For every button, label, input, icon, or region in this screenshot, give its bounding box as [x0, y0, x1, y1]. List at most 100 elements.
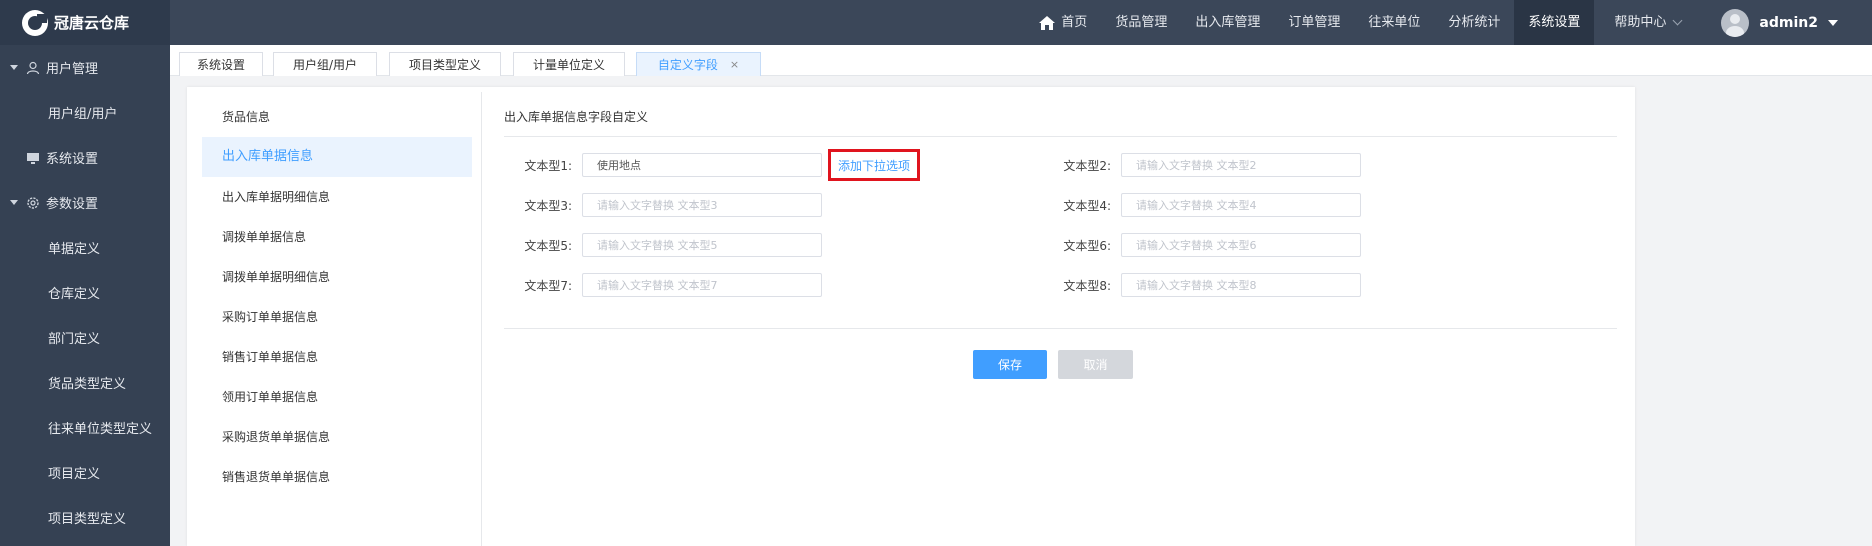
sidebar-item-parameters[interactable]: 参数设置 [0, 180, 170, 225]
text-field-7: 文本型7: [520, 273, 822, 297]
text-field-5: 文本型5: [520, 233, 822, 257]
menu-item-inout-detail[interactable]: 出入库单据明细信息 [202, 177, 472, 217]
sidebar-item-warehouse-def[interactable]: 仓库定义 [0, 270, 170, 315]
field-label: 文本型2: [1063, 158, 1111, 173]
text-field-6-input[interactable] [1121, 233, 1361, 257]
tab-label: 计量单位定义 [532, 58, 605, 72]
sidebar-item-partner-type-def[interactable]: 往来单位类型定义 [0, 405, 170, 450]
user-name: admin2 [1759, 14, 1818, 31]
sidebar-item-department-def[interactable]: 部门定义 [0, 315, 170, 360]
menu-item-sales-order[interactable]: 销售订单单据信息 [202, 337, 472, 377]
menu-item-label: 采购退货单单据信息 [222, 430, 331, 444]
logo[interactable]: 冠唐云仓库 [0, 0, 170, 45]
tab-system-settings[interactable]: 系统设置 [179, 52, 263, 76]
nav-help[interactable]: 帮助中心 [1594, 0, 1695, 45]
text-field-2-input[interactable] [1121, 153, 1361, 177]
add-dropdown-option-button[interactable]: 添加下拉选项 [828, 149, 920, 181]
tab-custom-fields[interactable]: 自定义字段 × [636, 52, 761, 76]
user-icon [26, 61, 40, 74]
sidebar-item-system-settings[interactable]: 系统设置 [0, 135, 170, 180]
nav-home[interactable]: 首页 [1025, 0, 1101, 45]
menu-item-purchase-return[interactable]: 采购退货单单据信息 [202, 417, 472, 457]
sidebar-item-label: 用户管理 [46, 62, 99, 77]
caret-down-icon [10, 65, 18, 70]
menu-item-requisition-order[interactable]: 领用订单单据信息 [202, 377, 472, 417]
text-field-5-input[interactable] [582, 233, 822, 257]
form-title: 出入库单据信息字段自定义 [504, 110, 649, 124]
nav-analytics-label: 分析统计 [1448, 15, 1501, 30]
nav-inout[interactable]: 出入库管理 [1181, 0, 1274, 45]
sidebar-item-label: 参数设置 [46, 197, 99, 212]
tab-unit-def[interactable]: 计量单位定义 [513, 52, 625, 76]
main-card: 货品信息 出入库单据信息 出入库单据明细信息 调拨单单据信息 调拨单单据明细信息… [187, 87, 1635, 546]
nav-settings-label: 系统设置 [1528, 15, 1581, 30]
sidebar: 用户管理 用户组/用户 系统设置 参数设置 单据定义 仓库定义 部门定义 货品类… [0, 45, 170, 546]
field-label: 文本型7: [524, 278, 572, 293]
tab-project-type-def[interactable]: 项目类型定义 [389, 52, 501, 76]
close-icon[interactable]: × [730, 58, 739, 71]
user-menu[interactable]: admin2 [1695, 8, 1872, 37]
sidebar-item-project-def[interactable]: 项目定义 [0, 450, 170, 495]
menu-item-label: 调拨单单据明细信息 [222, 270, 331, 284]
text-field-8: 文本型8: [1059, 273, 1361, 297]
sidebar-item-user-management[interactable]: 用户管理 [0, 45, 170, 90]
menu-item-transfer-doc[interactable]: 调拨单单据信息 [202, 217, 472, 257]
sidebar-item-goods-type-def[interactable]: 货品类型定义 [0, 360, 170, 405]
nav-partners[interactable]: 往来单位 [1354, 0, 1434, 45]
text-field-6: 文本型6: [1059, 233, 1361, 257]
field-category-menu: 货品信息 出入库单据信息 出入库单据明细信息 调拨单单据信息 调拨单单据明细信息… [202, 97, 472, 497]
menu-item-transfer-detail[interactable]: 调拨单单据明细信息 [202, 257, 472, 297]
cancel-button[interactable]: 取消 [1058, 350, 1133, 379]
menu-item-sales-return[interactable]: 销售退货单单据信息 [202, 457, 472, 497]
menu-item-label: 销售订单单据信息 [222, 350, 319, 364]
nav-orders-label: 订单管理 [1288, 15, 1341, 30]
nav-goods[interactable]: 货品管理 [1101, 0, 1181, 45]
menu-item-label: 采购订单单据信息 [222, 310, 319, 324]
text-field-2: 文本型2: [1059, 153, 1361, 177]
caret-down-icon [1828, 19, 1838, 26]
sidebar-item-project-type-def[interactable]: 项目类型定义 [0, 495, 170, 540]
top-bar: 冠唐云仓库 首页 货品管理 出入库管理 订单管理 往来单位 分析统计 系统设置 … [0, 0, 1872, 45]
menu-item-goods-info[interactable]: 货品信息 [202, 97, 472, 137]
tab-user-groups[interactable]: 用户组/用户 [273, 52, 377, 76]
home-icon [1039, 15, 1056, 30]
text-field-4: 文本型4: [1059, 193, 1361, 217]
text-field-1-input[interactable] [582, 153, 822, 177]
chevron-down-icon [1672, 15, 1683, 26]
text-field-7-input[interactable] [582, 273, 822, 297]
sidebar-item-label: 单据定义 [48, 242, 101, 257]
tab-label: 自定义字段 [657, 58, 718, 72]
menu-item-purchase-order[interactable]: 采购订单单据信息 [202, 297, 472, 337]
menu-item-label: 出入库单据信息 [222, 149, 314, 164]
nav-analytics[interactable]: 分析统计 [1434, 0, 1514, 45]
page-scrollbar[interactable] [1860, 76, 1872, 546]
text-field-1: 文本型1: [520, 153, 822, 177]
monitor-icon [27, 152, 39, 164]
field-label: 文本型6: [1063, 238, 1111, 253]
save-button[interactable]: 保存 [973, 350, 1047, 379]
nav-settings[interactable]: 系统设置 [1514, 0, 1595, 45]
menu-item-label: 领用订单单据信息 [222, 390, 319, 404]
logo-icon [22, 9, 48, 36]
text-field-3-input[interactable] [582, 193, 822, 217]
sidebar-item-label: 仓库定义 [48, 287, 101, 302]
sidebar-item-label: 系统设置 [46, 152, 99, 167]
sidebar-item-document-def[interactable]: 单据定义 [0, 225, 170, 270]
nav-orders[interactable]: 订单管理 [1274, 0, 1354, 45]
menu-item-label: 货品信息 [222, 110, 271, 124]
nav-partners-label: 往来单位 [1368, 15, 1421, 30]
brand-name: 冠唐云仓库 [54, 14, 130, 32]
tab-label: 用户组/用户 [292, 58, 358, 72]
tab-label: 项目类型定义 [408, 58, 481, 72]
nav-help-label: 帮助中心 [1614, 15, 1667, 30]
text-field-4-input[interactable] [1121, 193, 1361, 217]
sidebar-item-label: 用户组/用户 [48, 107, 118, 122]
text-field-8-input[interactable] [1121, 273, 1361, 297]
sidebar-item-user-groups[interactable]: 用户组/用户 [0, 90, 170, 135]
nav-goods-label: 货品管理 [1115, 15, 1168, 30]
tab-strip: 系统设置 用户组/用户 项目类型定义 计量单位定义 自定义字段 × [170, 45, 1872, 76]
field-label: 文本型8: [1063, 278, 1111, 293]
sidebar-item-label: 项目定义 [48, 467, 101, 482]
field-label: 文本型1: [524, 158, 572, 173]
menu-item-inout-doc[interactable]: 出入库单据信息 [202, 137, 472, 177]
